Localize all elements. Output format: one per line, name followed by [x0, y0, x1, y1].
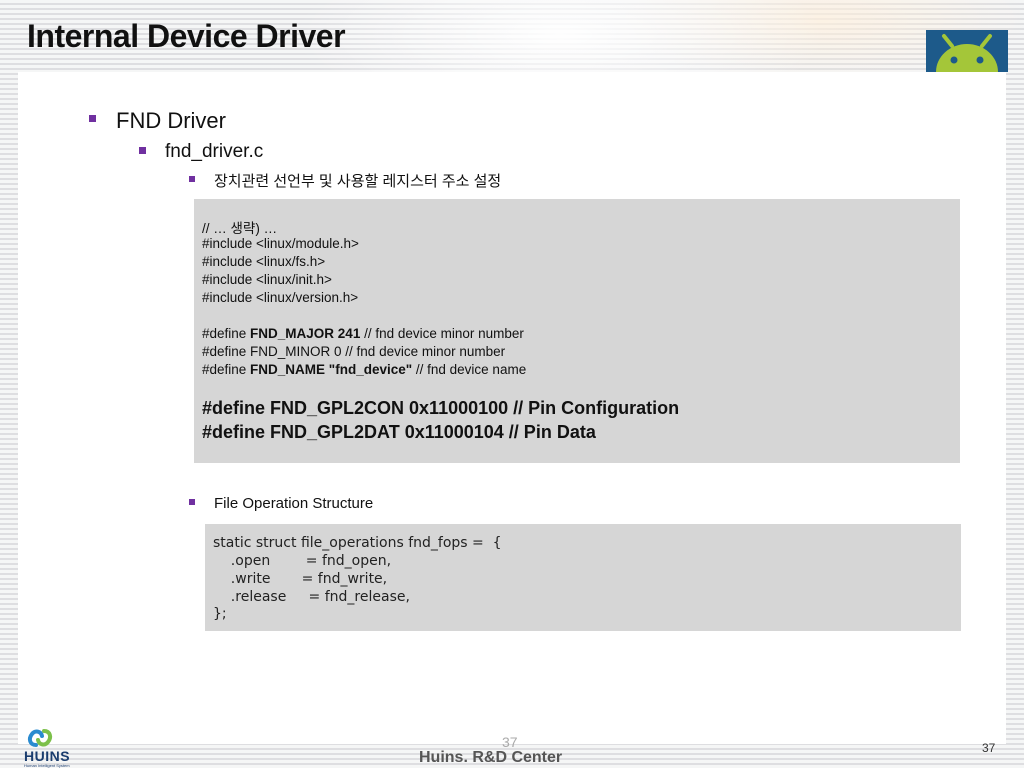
code-line: .open = fnd_open, [213, 553, 392, 569]
define-keyword: #define [202, 326, 251, 341]
bullet-icon [139, 147, 146, 154]
code-define-gpl2con: #define FND_GPL2CON 0x11000100 // Pin Co… [202, 398, 680, 418]
code-line: static struct file_operations fnd_fops =… [213, 535, 502, 551]
company-tagline: Human Intelligent System [24, 763, 70, 768]
footer-center-text: Huins. R&D Center [419, 749, 563, 766]
code-define-name: #define FND_NAME "fnd_device" // fnd dev… [202, 362, 526, 377]
ghost-page-number: 37 [502, 734, 518, 750]
code-line: }; [213, 606, 227, 622]
bullet-fnd-driver: FND Driver [116, 108, 226, 133]
code-line: .write = fnd_write, [213, 571, 388, 587]
major-comment: // fnd device minor number [360, 326, 524, 341]
code-include: #include <linux/init.h> [202, 272, 332, 287]
bullet-fnd-driver-c: fnd_driver.c [165, 141, 264, 162]
code-block-declarations: // … 생략) … #include <linux/module.h> #in… [194, 199, 960, 463]
bullet-file-operation: File Operation Structure [214, 495, 374, 512]
code-comment: // … 생략) … [202, 221, 278, 236]
android-icon [926, 30, 1008, 72]
code-define-minor: #define FND_MINOR 0 // fnd device minor … [202, 344, 506, 359]
page-number: 37 [982, 741, 996, 755]
major-macro: FND_MAJOR 241 [250, 326, 361, 341]
code-include: #include <linux/module.h> [202, 236, 359, 251]
bullet-icon [89, 115, 96, 122]
bullet-icon [189, 499, 195, 505]
code-line: .release = fnd_release, [213, 589, 410, 605]
code-include: #include <linux/fs.h> [202, 254, 326, 269]
company-name: HUINS [24, 748, 71, 764]
code-define-major: #define FND_MAJOR 241 // fnd device mino… [202, 326, 524, 341]
code-include: #include <linux/version.h> [202, 290, 359, 305]
bullet-icon [189, 176, 195, 182]
code-block-fops: static struct file_operations fnd_fops =… [205, 524, 961, 631]
code-define-gpl2dat: #define FND_GPL2DAT 0x11000104 // Pin Da… [202, 422, 596, 442]
bullet-device-declaration: 장치관련 선언부 및 사용할 레지스터 주소 설정 [214, 173, 502, 190]
define-keyword: #define [202, 362, 251, 377]
slide-title: Internal Device Driver [27, 18, 346, 54]
name-comment: // fnd device name [412, 362, 527, 377]
name-macro: FND_NAME "fnd_device" [250, 362, 413, 377]
